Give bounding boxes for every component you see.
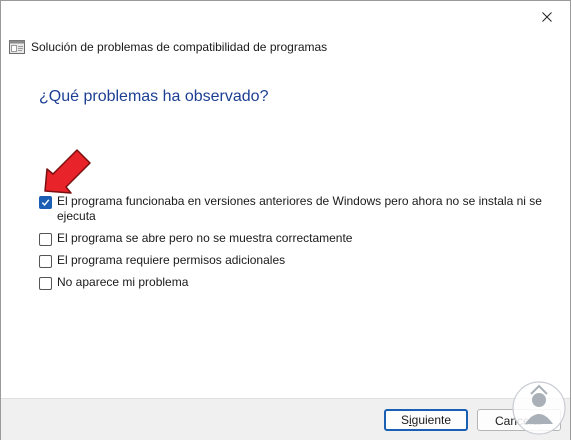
close-button[interactable] [524, 1, 570, 33]
next-label-prefix: S [400, 413, 409, 427]
checkbox[interactable] [39, 277, 52, 290]
button-bar: Siguiente Cancelar [1, 398, 570, 440]
option-additional-permissions[interactable]: El programa requiere permisos adicionale… [39, 253, 544, 268]
option-label: El programa funcionaba en versiones ante… [57, 194, 544, 224]
option-display-incorrect[interactable]: El programa se abre pero no se muestra c… [39, 231, 544, 246]
checkmark-icon [41, 199, 50, 206]
question-heading: ¿Qué problemas ha observado? [39, 88, 269, 105]
option-label-line2: ejecuta [57, 209, 96, 223]
option-label: No aparece mi problema [57, 275, 189, 289]
red-arrow-icon [44, 149, 91, 194]
checkbox[interactable] [39, 233, 52, 246]
checkbox-checked[interactable] [39, 196, 52, 209]
checkbox[interactable] [39, 255, 52, 268]
option-label-line1: El programa funcionaba en versiones ante… [57, 194, 542, 208]
next-button[interactable]: Siguiente [384, 409, 468, 431]
option-label: El programa se abre pero no se muestra c… [57, 231, 353, 245]
option-label: El programa requiere permisos adicionale… [57, 253, 286, 267]
close-icon [542, 12, 552, 22]
option-problem-not-listed[interactable]: No aparece mi problema [39, 275, 544, 290]
option-previous-windows[interactable]: El programa funcionaba en versiones ante… [39, 194, 544, 224]
site-logo-watermark [512, 381, 566, 435]
dialog-title: Solución de problemas de compatibilidad … [31, 40, 328, 54]
troubleshooter-window: Solución de problemas de compatibilidad … [0, 0, 571, 440]
compatibility-troubleshooter-icon [9, 40, 25, 54]
title-bar [1, 1, 570, 33]
problem-options: El programa funcionaba en versiones ante… [39, 194, 544, 297]
next-label-suffix: guiente [411, 413, 452, 427]
dialog-header: Solución de problemas de compatibilidad … [9, 38, 327, 56]
